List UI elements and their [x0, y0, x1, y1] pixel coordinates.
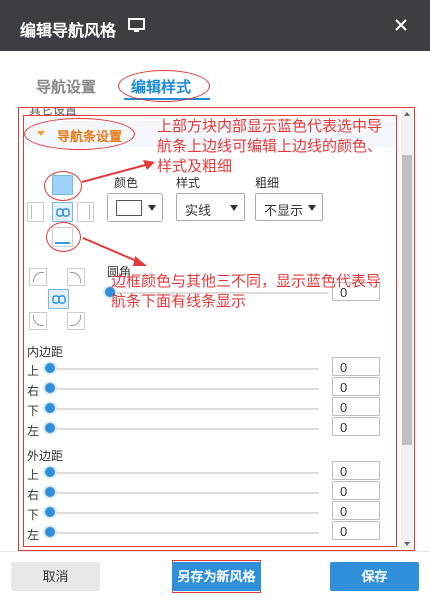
annotation-ellipse-section	[24, 118, 135, 150]
margin-right-track	[49, 492, 319, 494]
link-edges-button[interactable]	[52, 202, 73, 222]
padding-right-track	[49, 388, 319, 390]
padding-left-label: 左	[27, 424, 40, 438]
margin-bottom-label: 下	[27, 508, 40, 522]
corner-top-left-button[interactable]	[29, 268, 47, 286]
scroll-up-icon[interactable]	[404, 112, 410, 116]
margin-top-input[interactable]: 0	[332, 461, 380, 480]
padding-left-input[interactable]: 0	[332, 417, 380, 436]
padding-title: 内边距	[27, 345, 64, 359]
corner-bottom-left-button[interactable]	[29, 312, 47, 330]
padding-left-slider[interactable]	[43, 421, 57, 435]
link-icon	[56, 208, 70, 217]
border-color-label: 颜色	[114, 176, 139, 190]
corner-bottom-right-button[interactable]	[67, 312, 85, 330]
padding-right-slider[interactable]	[43, 381, 57, 395]
annotation-ring-top	[44, 171, 82, 201]
border-width-label: 粗细	[255, 176, 280, 190]
margin-top-track	[49, 472, 319, 474]
margin-title: 外边距	[27, 449, 64, 463]
footer-divider	[0, 551, 430, 552]
annotation-ring-bottom	[46, 222, 81, 252]
panel-scroll-area[interactable]: 其它设置 导航条设置 上部方块内部显示蓝色代表选中导航条上边线可编辑上边线的颜色…	[19, 108, 402, 550]
style-panel: 其它设置 导航条设置 上部方块内部显示蓝色代表选中导航条上边线可编辑上边线的颜色…	[18, 107, 415, 551]
panel-scrollbar[interactable]	[401, 109, 413, 549]
padding-right-label: 右	[27, 384, 40, 398]
chevron-down-icon	[148, 205, 156, 211]
margin-right-slider[interactable]	[43, 485, 57, 499]
padding-top-slider[interactable]	[43, 361, 57, 375]
padding-bottom-slider[interactable]	[43, 401, 57, 415]
cancel-button[interactable]: 取消	[11, 562, 100, 591]
margin-bottom-slider[interactable]	[43, 505, 57, 519]
margin-right-input[interactable]: 0	[332, 481, 380, 500]
padding-right-input[interactable]: 0	[332, 377, 380, 396]
edge-left-button[interactable]	[27, 202, 44, 222]
annotation-text-bottom: 边框颜色与其他三不同，显示蓝色代表导航条下面有线条显示	[111, 273, 382, 310]
dialog-title: 编辑导航风格	[20, 23, 117, 40]
color-swatch	[116, 200, 142, 216]
close-icon[interactable]	[393, 17, 409, 33]
margin-left-track	[49, 532, 319, 534]
corner-top-right-button[interactable]	[67, 268, 85, 286]
save-button[interactable]: 保存	[330, 562, 419, 591]
scroll-down-icon[interactable]	[404, 542, 410, 546]
margin-left-input[interactable]: 0	[332, 521, 380, 540]
border-color-picker[interactable]	[107, 193, 163, 222]
border-width-select[interactable]: 不显示	[255, 193, 323, 221]
padding-top-track	[49, 368, 319, 370]
annotation-text-top: 上部方块内部显示蓝色代表选中导航条上边线可编辑上边线的颜色、样式及粗细	[157, 118, 383, 175]
annotation-ellipse-tab	[118, 70, 210, 102]
border-style-select[interactable]: 实线	[176, 193, 245, 221]
link-corners-button[interactable]	[48, 289, 69, 309]
margin-bottom-input[interactable]: 0	[332, 501, 380, 520]
padding-top-input[interactable]: 0	[332, 357, 380, 376]
margin-bottom-track	[49, 512, 319, 514]
margin-right-label: 右	[27, 488, 40, 502]
border-style-label: 样式	[176, 176, 201, 190]
padding-top-label: 上	[27, 364, 40, 378]
margin-top-label: 上	[27, 468, 40, 482]
scrollbar-thumb[interactable]	[402, 155, 412, 445]
link-icon	[52, 295, 66, 304]
margin-left-slider[interactable]	[43, 525, 57, 539]
chevron-down-icon	[230, 205, 238, 211]
padding-bottom-label: 下	[27, 404, 40, 418]
dialog-titlebar: 编辑导航风格	[0, 0, 430, 51]
tab-nav-settings[interactable]: 导航设置	[36, 76, 96, 97]
save-as-new-style-button[interactable]: 另存为新风格	[172, 562, 261, 591]
margin-left-label: 左	[27, 528, 40, 542]
chevron-down-icon	[308, 205, 316, 211]
padding-bottom-track	[49, 408, 319, 410]
padding-bottom-input[interactable]: 0	[332, 397, 380, 416]
margin-top-slider[interactable]	[43, 465, 57, 479]
padding-left-track	[49, 428, 319, 430]
monitor-icon	[128, 18, 145, 32]
